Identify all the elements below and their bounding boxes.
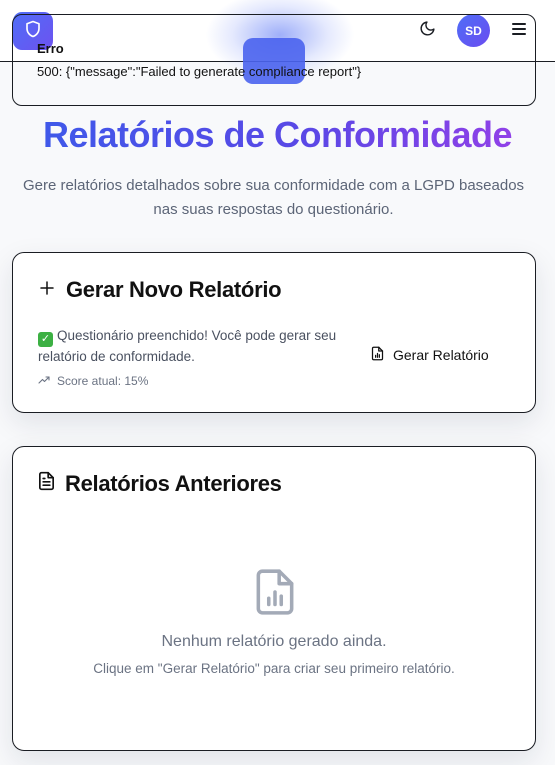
- file-text-icon: [38, 471, 55, 497]
- current-score: Score atual: 15%: [38, 374, 148, 388]
- trending-up-icon: [38, 374, 50, 388]
- generate-report-card: Gerar Novo Relatório ✓ Questionário preen…: [12, 252, 536, 413]
- generate-report-button[interactable]: Gerar Relatório: [371, 346, 489, 364]
- plus-icon: [38, 277, 56, 303]
- previous-card-title-text: Relatórios Anteriores: [65, 471, 282, 496]
- error-message: 500: {"message":"Failed to generate comp…: [37, 64, 362, 79]
- file-chart-icon: [253, 567, 297, 617]
- generate-card-title-text: Gerar Novo Relatório: [66, 277, 282, 302]
- questionnaire-status: ✓ Questionário preenchido! Você pode gera…: [38, 326, 358, 367]
- current-score-label: Score atual: 15%: [57, 374, 149, 388]
- generate-card-title: Gerar Novo Relatório: [38, 277, 282, 303]
- error-toast: [12, 14, 536, 106]
- questionnaire-status-text: Questionário preenchido! Você pode gerar…: [38, 328, 337, 364]
- page-title: Relatórios de Conformidade: [0, 114, 555, 156]
- empty-state-title: Nenhum relatório gerado ainda.: [161, 633, 387, 650]
- previous-reports-card: Relatórios Anteriores Nenhum relatório g…: [12, 446, 536, 751]
- empty-state-subtitle: Clique em "Gerar Relatório" para criar s…: [93, 661, 455, 676]
- file-chart-icon: [371, 346, 384, 364]
- error-title: Erro: [37, 41, 64, 56]
- check-mark-icon: ✓: [38, 332, 53, 347]
- generate-report-button-label: Gerar Relatório: [393, 347, 489, 363]
- previous-card-title: Relatórios Anteriores: [38, 471, 282, 497]
- page-subtitle: Gere relatórios detalhados sobre sua con…: [22, 177, 525, 218]
